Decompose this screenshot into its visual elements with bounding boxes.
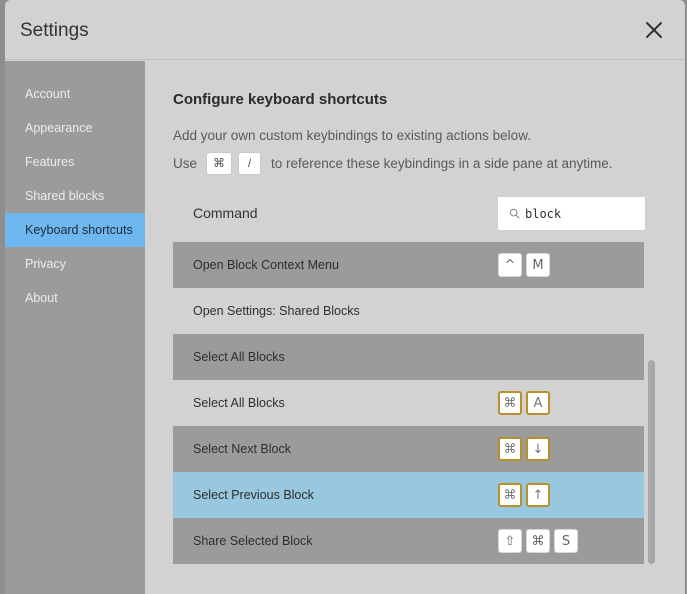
sidebar-item-shared-blocks[interactable]: Shared blocks bbox=[5, 179, 145, 213]
settings-sidebar: Account Appearance Features Shared block… bbox=[5, 61, 145, 594]
table-row[interactable]: Open Settings: Shared Blocks bbox=[173, 288, 644, 334]
row-keys[interactable]: ^ M bbox=[498, 253, 550, 277]
key-command: ⌘ bbox=[498, 437, 522, 461]
row-keys[interactable]: ⇧ ⌘ S bbox=[498, 529, 578, 553]
sidebar-item-features[interactable]: Features bbox=[5, 145, 145, 179]
row-keys[interactable]: ⌘ A bbox=[498, 391, 550, 415]
row-command-label: Share Selected Block bbox=[193, 534, 313, 548]
key-a: A bbox=[526, 391, 550, 415]
row-keys[interactable]: ⌘ ↓ bbox=[498, 437, 550, 461]
key-m: M bbox=[526, 253, 550, 277]
sidebar-item-account[interactable]: Account bbox=[5, 77, 145, 111]
sidebar-item-appearance[interactable]: Appearance bbox=[5, 111, 145, 145]
section-hint: Use ⌘ / to reference these keybindings i… bbox=[173, 151, 612, 175]
modal-title: Settings bbox=[20, 20, 89, 41]
hint-rest-text: to reference these keybindings in a side… bbox=[271, 155, 613, 171]
row-keys[interactable]: ⌘ ↑ bbox=[498, 483, 550, 507]
table-row[interactable]: Share Selected Block ⇧ ⌘ S bbox=[173, 518, 644, 564]
key-arrow-up: ↑ bbox=[526, 483, 550, 507]
key-command: ⌘ bbox=[526, 529, 550, 553]
sidebar-item-keyboard-shortcuts[interactable]: Keyboard shortcuts bbox=[5, 213, 145, 247]
search-icon bbox=[509, 208, 520, 219]
row-command-label: Open Block Context Menu bbox=[193, 258, 339, 272]
shortcut-search-box[interactable] bbox=[497, 196, 646, 231]
sidebar-item-privacy[interactable]: Privacy bbox=[5, 247, 145, 281]
sidebar-item-about[interactable]: About bbox=[5, 281, 145, 315]
row-command-label: Select Previous Block bbox=[193, 488, 314, 502]
settings-modal: Settings Account Appearance Features Sha… bbox=[5, 0, 685, 594]
key-ctrl: ^ bbox=[498, 253, 522, 277]
table-row-selected[interactable]: Select Previous Block ⌘ ↑ bbox=[173, 472, 644, 518]
row-command-label: Open Settings: Shared Blocks bbox=[193, 304, 360, 318]
hint-key-command: ⌘ bbox=[206, 151, 233, 175]
hint-use-text: Use bbox=[173, 155, 198, 171]
key-command: ⌘ bbox=[498, 483, 522, 507]
table-row[interactable]: Select All Blocks ⌘ A bbox=[173, 380, 644, 426]
command-column-header: Command bbox=[193, 205, 258, 221]
row-command-label: Select All Blocks bbox=[193, 350, 285, 364]
close-button[interactable] bbox=[643, 19, 665, 41]
list-scrollbar[interactable] bbox=[648, 360, 655, 564]
key-s: S bbox=[554, 529, 578, 553]
close-icon bbox=[646, 22, 662, 38]
modal-header: Settings bbox=[5, 0, 685, 60]
section-heading: Configure keyboard shortcuts bbox=[173, 91, 388, 108]
table-row[interactable]: Open Block Context Menu ^ M bbox=[173, 242, 644, 288]
shortcut-search-input[interactable] bbox=[525, 206, 635, 221]
key-command: ⌘ bbox=[498, 391, 522, 415]
row-command-label: Select All Blocks bbox=[193, 396, 285, 410]
table-row[interactable]: Select Next Block ⌘ ↓ bbox=[173, 426, 644, 472]
row-command-label: Select Next Block bbox=[193, 442, 291, 456]
section-description: Add your own custom keybindings to exist… bbox=[173, 128, 531, 143]
settings-content: Configure keyboard shortcuts Add your ow… bbox=[145, 61, 685, 594]
key-arrow-down: ↓ bbox=[526, 437, 550, 461]
hint-key-slash: / bbox=[238, 151, 262, 175]
table-row[interactable]: Select All Blocks bbox=[173, 334, 644, 380]
shortcut-list: Open Block Context Menu ^ M Open Setting… bbox=[173, 242, 644, 564]
key-shift: ⇧ bbox=[498, 529, 522, 553]
